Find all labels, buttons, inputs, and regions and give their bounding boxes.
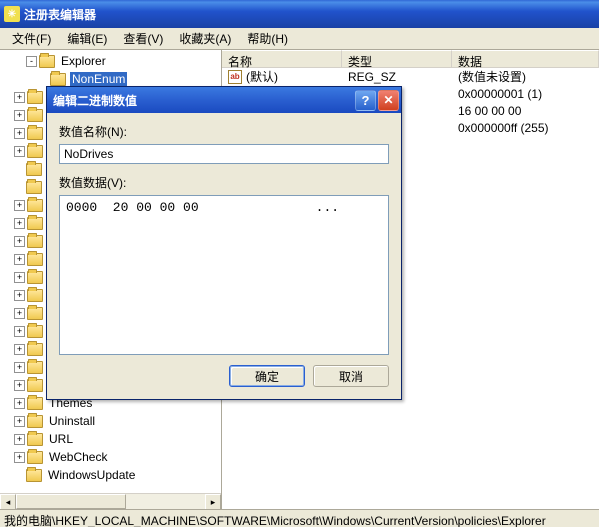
folder-icon [27, 91, 43, 104]
statusbar-path: 我的电脑\HKEY_LOCAL_MACHINE\SOFTWARE\Microso… [4, 514, 546, 527]
tree-toggle-icon[interactable]: + [14, 344, 25, 355]
tree-toggle-icon[interactable]: + [14, 398, 25, 409]
tree-toggle-icon[interactable]: - [26, 56, 37, 67]
tree-toggle-icon[interactable]: + [14, 218, 25, 229]
tree-toggle-icon[interactable]: + [14, 236, 25, 247]
tree-item-label: WindowsUpdate [46, 468, 137, 482]
folder-icon [27, 307, 43, 320]
folder-icon [50, 73, 66, 86]
folder-icon [27, 343, 43, 356]
folder-icon [27, 271, 43, 284]
tree-h-scrollbar[interactable]: ◂ ▸ [0, 493, 221, 509]
scroll-track[interactable] [16, 494, 205, 509]
folder-icon [27, 325, 43, 338]
folder-icon [27, 451, 43, 464]
value-name-label: 数值名称(N): [59, 123, 389, 140]
folder-icon [27, 415, 43, 428]
tree-toggle-icon[interactable]: + [14, 326, 25, 337]
tree-toggle-icon[interactable]: + [14, 110, 25, 121]
dialog-title: 编辑二进制数值 [53, 92, 353, 109]
folder-icon [27, 109, 43, 122]
scroll-right-button[interactable]: ▸ [205, 494, 221, 509]
regedit-icon: ✳ [4, 6, 20, 22]
tree-item-label: Explorer [59, 54, 108, 68]
col-header-name[interactable]: 名称 [222, 50, 342, 67]
tree-toggle-icon[interactable]: + [14, 362, 25, 373]
help-button[interactable]: ? [355, 90, 376, 111]
tree-toggle-icon[interactable]: + [14, 416, 25, 427]
menu-help[interactable]: 帮助(H) [239, 28, 296, 49]
folder-icon [26, 469, 42, 482]
folder-icon [27, 361, 43, 374]
tree-toggle-icon[interactable]: + [14, 128, 25, 139]
value-data: 16 00 00 00 [452, 104, 599, 118]
scroll-left-button[interactable]: ◂ [0, 494, 16, 509]
scroll-thumb[interactable] [16, 494, 126, 509]
tree-toggle-icon[interactable]: + [14, 200, 25, 211]
folder-icon [27, 235, 43, 248]
tree-toggle-icon[interactable]: + [14, 272, 25, 283]
list-row[interactable]: ab (默认) REG_SZ(数值未设置) [222, 68, 599, 85]
window-titlebar: ✳ 注册表编辑器 [0, 0, 599, 28]
folder-icon [27, 127, 43, 140]
folder-icon [27, 379, 43, 392]
folder-icon [39, 55, 55, 68]
tree-toggle-icon[interactable]: + [14, 434, 25, 445]
menu-view[interactable]: 查看(V) [115, 28, 171, 49]
cancel-button[interactable]: 取消 [313, 365, 389, 387]
folder-icon [26, 181, 42, 194]
tree-item-label: WebCheck [47, 450, 109, 464]
value-data: 0x00000001 (1) [452, 87, 599, 101]
folder-icon [27, 145, 43, 158]
folder-icon [27, 433, 43, 446]
folder-icon [27, 397, 43, 410]
tree-item[interactable]: WindowsUpdate [2, 466, 219, 484]
tree-item-label: Uninstall [47, 414, 97, 428]
folder-icon [27, 289, 43, 302]
menu-favorites[interactable]: 收藏夹(A) [171, 28, 239, 49]
value-name-input[interactable] [59, 144, 389, 164]
statusbar: 我的电脑\HKEY_LOCAL_MACHINE\SOFTWARE\Microso… [0, 509, 599, 527]
folder-icon [27, 199, 43, 212]
close-button[interactable]: ✕ [378, 90, 399, 111]
tree-item-label: URL [47, 432, 75, 446]
tree-item[interactable]: + WebCheck [2, 448, 219, 466]
tree-item-label: NonEnum [70, 72, 127, 86]
tree-item[interactable]: - Explorer [2, 52, 219, 70]
folder-icon [26, 163, 42, 176]
value-name: (默认) [246, 68, 278, 85]
tree-toggle-icon[interactable]: + [14, 380, 25, 391]
value-type: REG_SZ [342, 70, 452, 84]
tree-item[interactable]: + Uninstall [2, 412, 219, 430]
value-data-label: 数值数据(V): [59, 174, 389, 191]
menubar: 文件(F) 编辑(E) 查看(V) 收藏夹(A) 帮助(H) [0, 28, 599, 50]
list-header-row: 名称 类型 数据 [222, 50, 599, 68]
dialog-titlebar[interactable]: 编辑二进制数值 ? ✕ [47, 87, 401, 113]
hex-editor[interactable]: 0000 20 00 00 00 ... [59, 195, 389, 355]
tree-toggle-icon[interactable]: + [14, 146, 25, 157]
tree-toggle-icon[interactable]: + [14, 254, 25, 265]
value-icon: ab [228, 70, 242, 84]
folder-icon [27, 253, 43, 266]
col-header-type[interactable]: 类型 [342, 50, 452, 67]
tree-toggle-icon[interactable]: + [14, 452, 25, 463]
edit-binary-dialog: 编辑二进制数值 ? ✕ 数值名称(N): 数值数据(V): 0000 20 00… [46, 86, 402, 400]
menu-edit[interactable]: 编辑(E) [59, 28, 115, 49]
tree-toggle-icon[interactable]: + [14, 308, 25, 319]
tree-toggle-icon[interactable]: + [14, 92, 25, 103]
ok-button[interactable]: 确定 [229, 365, 305, 387]
col-header-data[interactable]: 数据 [452, 50, 599, 67]
window-title: 注册表编辑器 [24, 6, 595, 23]
value-data: (数值未设置) [452, 68, 599, 85]
folder-icon [27, 217, 43, 230]
tree-item[interactable]: + URL [2, 430, 219, 448]
menu-file[interactable]: 文件(F) [4, 28, 59, 49]
tree-toggle-icon[interactable]: + [14, 290, 25, 301]
value-data: 0x000000ff (255) [452, 121, 599, 135]
